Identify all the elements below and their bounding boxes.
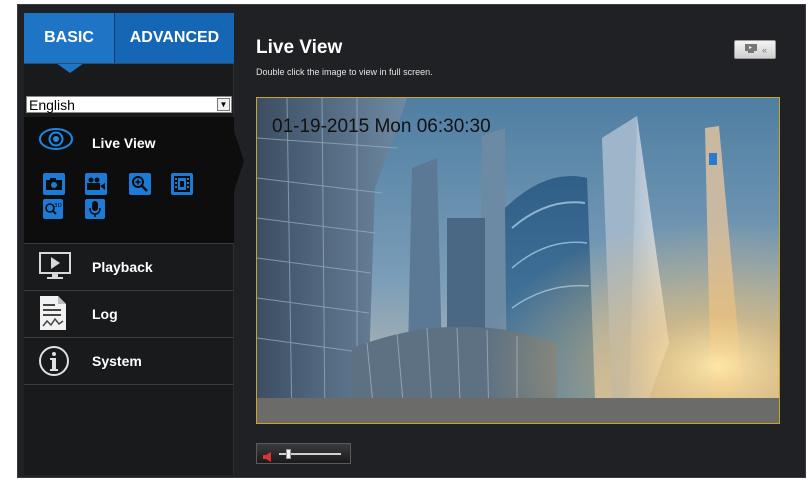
microphone-icon[interactable] [85,199,105,219]
svg-text:3D: 3D [54,203,62,209]
sidebar-item-log[interactable]: Log [24,291,234,337]
tab-basic[interactable]: BASIC [24,13,115,73]
page-subtitle: Double click the image to view in full s… [256,67,433,77]
sidebar-item-label: Live View [92,135,156,151]
tab-divider [24,63,234,64]
record-icon[interactable] [85,173,107,195]
double-chevron-left-icon: « [761,44,767,55]
eye-icon [38,127,74,156]
camera-settings-icon [744,41,758,59]
sidebar-item-system[interactable]: System [24,338,234,384]
chevron-down-icon[interactable]: ▼ [217,98,230,111]
sidebar-item-label: Log [92,306,118,322]
tab-advanced[interactable]: ADVANCED [115,13,234,63]
mode-tabs: BASIC ADVANCED [24,13,234,73]
language-select[interactable]: English ▼ [26,96,232,113]
video-frame-image [257,98,779,423]
play-icon [38,251,72,286]
info-icon [38,345,70,382]
log-icon [38,295,68,336]
page-title: Live View [256,37,343,58]
speaker-icon [263,449,275,467]
language-selected-value: English [29,96,75,113]
volume-slider-knob[interactable] [286,449,292,459]
live-view-header[interactable]: Live View [24,128,234,155]
sidebar-item-live-view[interactable]: Live View 3D [24,117,244,243]
sidebar-item-label: System [92,353,142,369]
audio-volume-control[interactable] [256,443,351,464]
digital-zoom-icon[interactable] [129,173,151,195]
3d-zoom-icon[interactable]: 3D [43,199,63,219]
sidebar-item-label: Playback [92,259,153,275]
sidebar-item-playback[interactable]: Playback [24,244,234,290]
menu-divider [24,384,234,385]
live-video-feed[interactable] [256,97,780,424]
timestamp-overlay: 01-19-2015 Mon 06:30:30 [272,116,491,137]
panel-toggle-button[interactable]: « [734,40,776,59]
sidebar: BASIC ADVANCED English ▼ Live View 3D Pl… [24,13,244,475]
video-setting-icon[interactable] [171,173,193,195]
snapshot-icon[interactable] [43,173,65,195]
